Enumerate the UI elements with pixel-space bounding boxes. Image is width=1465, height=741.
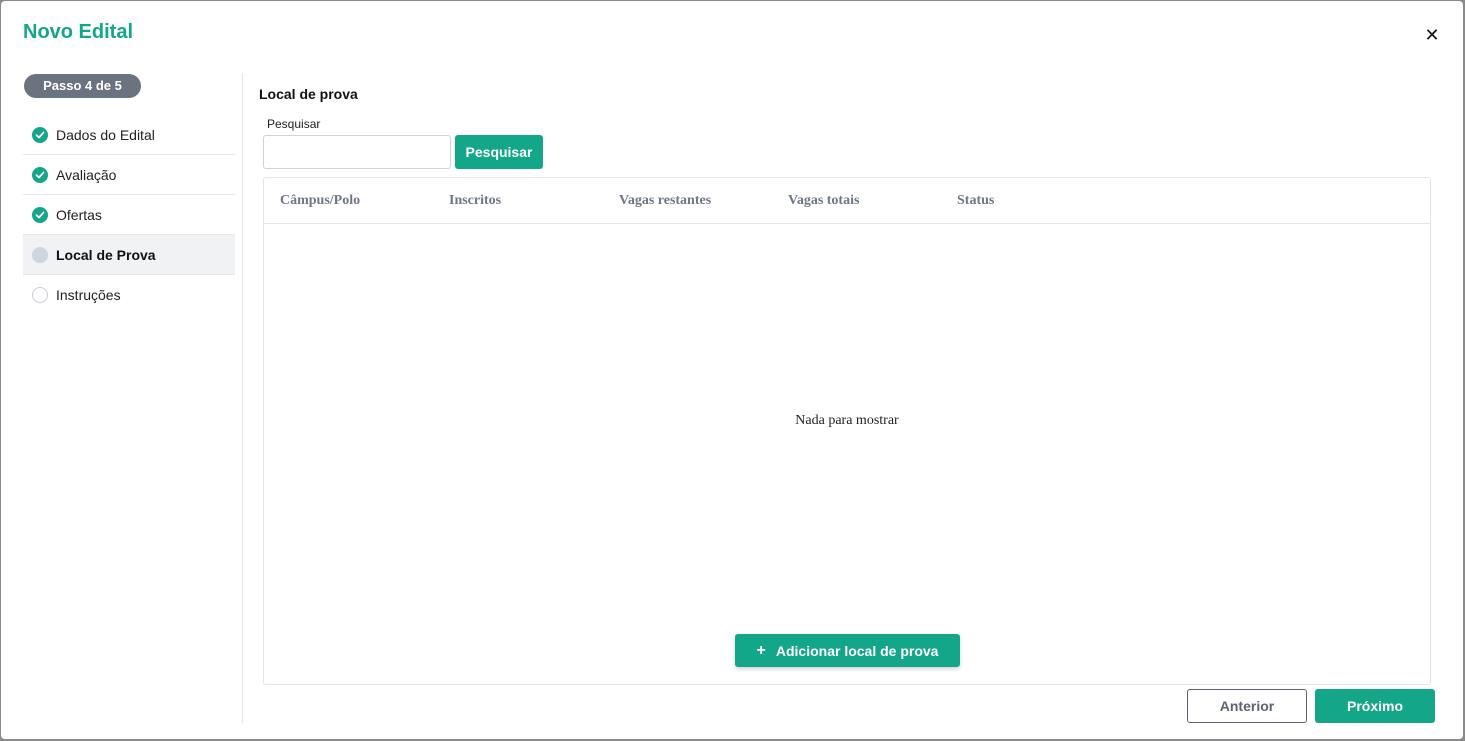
- step-instrucoes[interactable]: Instruções: [23, 275, 235, 315]
- exam-location-table: Câmpus/Polo Inscritos Vagas restantes Va…: [263, 177, 1431, 685]
- step-ofertas[interactable]: Ofertas: [23, 195, 235, 235]
- column-header-vagas-totais[interactable]: Vagas totais: [788, 193, 859, 209]
- empty-circle-icon: [32, 287, 48, 303]
- search-label: Pesquisar: [267, 117, 321, 131]
- step-label: Local de Prova: [56, 246, 156, 263]
- search-input[interactable]: [263, 135, 451, 169]
- step-badge: Passo 4 de 5: [24, 74, 141, 98]
- close-icon[interactable]: ✕: [1422, 25, 1442, 45]
- add-exam-location-button[interactable]: + Adicionar local de prova: [735, 634, 960, 667]
- step-label: Dados do Edital: [56, 126, 155, 143]
- column-header-inscritos[interactable]: Inscritos: [449, 193, 501, 209]
- stepper-list: Dados do Edital Avaliação Ofertas Local …: [23, 115, 235, 315]
- add-button-label: Adicionar local de prova: [775, 642, 939, 659]
- step-dados-do-edital[interactable]: Dados do Edital: [23, 115, 235, 155]
- table-header: Câmpus/Polo Inscritos Vagas restantes Va…: [264, 178, 1430, 224]
- next-button[interactable]: Próximo: [1315, 689, 1435, 723]
- new-edital-modal: Novo Edital ✕ Passo 4 de 5 Dados do Edit…: [1, 1, 1463, 739]
- column-header-vagas-restantes[interactable]: Vagas restantes: [619, 193, 711, 209]
- empty-state-text: Nada para mostrar: [795, 413, 899, 428]
- search-button[interactable]: Pesquisar: [455, 135, 543, 169]
- section-title: Local de prova: [259, 86, 358, 102]
- step-local-de-prova[interactable]: Local de Prova: [23, 235, 235, 275]
- column-header-status[interactable]: Status: [957, 193, 994, 209]
- step-label: Avaliação: [56, 166, 117, 183]
- previous-button[interactable]: Anterior: [1187, 689, 1307, 723]
- vertical-divider: [242, 73, 243, 723]
- step-label: Instruções: [56, 287, 121, 303]
- check-circle-icon: [32, 166, 48, 183]
- modal-title: Novo Edital: [23, 21, 134, 43]
- step-label: Ofertas: [56, 206, 102, 223]
- plus-icon: +: [756, 641, 766, 659]
- current-step-circle-icon: [32, 246, 48, 263]
- step-avaliacao[interactable]: Avaliação: [23, 155, 235, 195]
- check-circle-icon: [32, 126, 48, 143]
- check-circle-icon: [32, 206, 48, 223]
- column-header-campus[interactable]: Câmpus/Polo: [280, 193, 360, 209]
